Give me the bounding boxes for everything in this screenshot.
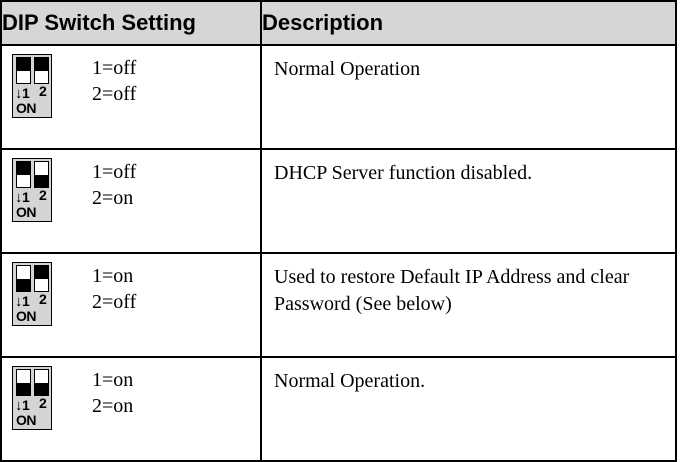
switch-2-state: 2=off — [92, 83, 137, 105]
setting-cell: ↓ 1 2 ON 1=on 2=on — [0, 356, 262, 462]
setting-wrap: ↓ 1 2 ON 1=on 2=off — [2, 254, 260, 356]
switch-1-knob — [17, 382, 30, 395]
switch-2-slot — [34, 265, 49, 292]
switch-number-2: 2 — [39, 395, 47, 411]
setting-cell: ↓ 1 2 ON 1=off 2=on — [0, 148, 262, 254]
description-cell: Used to restore Default IP Address and c… — [260, 252, 677, 358]
switch-1-knob — [17, 162, 30, 175]
switch-1-state: 1=on — [92, 369, 134, 391]
switch-1-slot — [16, 265, 31, 292]
switch-2-knob — [35, 174, 48, 187]
switch-2-slot — [34, 57, 49, 84]
switch-2-knob — [35, 58, 48, 71]
table-row: ↓ 1 2 ON 1=off 2=on DHCP Server function… — [0, 148, 677, 254]
switch-1-slot — [16, 369, 31, 396]
dip-switch-icon: ↓ 1 2 ON — [12, 366, 52, 430]
description-cell: DHCP Server function disabled. — [260, 148, 677, 254]
switch-states: 1=off 2=off — [92, 55, 136, 107]
switch-number-1: 1 — [22, 85, 30, 101]
switch-label: ↓ 1 2 ON — [13, 187, 51, 221]
switch-1-state: 1=off — [92, 57, 137, 79]
switch-number-2: 2 — [39, 187, 47, 203]
switch-states: 1=off 2=on — [92, 159, 136, 211]
switch-1-knob — [17, 58, 30, 71]
description-cell: Normal Operation. — [260, 356, 677, 462]
table-row: ↓ 1 2 ON 1=on 2=off Used to restore Defa… — [0, 252, 677, 358]
table-row: ↓ 1 2 ON 1=off 2=off Normal Operation — [0, 44, 677, 150]
description-cell: Normal Operation — [260, 44, 677, 150]
header-description: Description — [260, 0, 677, 46]
dip-switch-icon: ↓ 1 2 ON — [12, 54, 52, 118]
switch-number-1: 1 — [22, 397, 30, 413]
switch-2-state: 2=on — [92, 395, 134, 417]
dip-switch-icon: ↓ 1 2 ON — [12, 158, 52, 222]
setting-wrap: ↓ 1 2 ON 1=off 2=on — [2, 150, 260, 252]
setting-wrap: ↓ 1 2 ON 1=on 2=on — [2, 358, 260, 460]
switch-1-state: 1=off — [92, 161, 137, 183]
switch-states: 1=on 2=off — [92, 263, 136, 315]
switch-on-label: ON — [16, 204, 37, 220]
setting-cell: ↓ 1 2 ON 1=off 2=off — [0, 44, 262, 150]
switch-number-1: 1 — [22, 189, 30, 205]
switch-1-slot — [16, 161, 31, 188]
switch-on-label: ON — [16, 308, 37, 324]
switch-2-knob — [35, 382, 48, 395]
switch-label: ↓ 1 2 ON — [13, 395, 51, 429]
switch-1-state: 1=on — [92, 265, 134, 287]
switch-label: ↓ 1 2 ON — [13, 83, 51, 117]
table-row: ↓ 1 2 ON 1=on 2=on Normal Operation. — [0, 356, 677, 462]
switch-number-2: 2 — [39, 83, 47, 99]
table-header-row: DIP Switch Setting Description — [0, 0, 677, 46]
switch-2-slot — [34, 161, 49, 188]
switch-2-slot — [34, 369, 49, 396]
switch-number-2: 2 — [39, 291, 47, 307]
switch-states: 1=on 2=on — [92, 367, 133, 419]
switch-label: ↓ 1 2 ON — [13, 291, 51, 325]
switch-on-label: ON — [16, 100, 37, 116]
switch-2-state: 2=off — [92, 291, 137, 313]
switch-1-knob — [17, 278, 30, 291]
setting-cell: ↓ 1 2 ON 1=on 2=off — [0, 252, 262, 358]
switch-1-slot — [16, 57, 31, 84]
switch-2-state: 2=on — [92, 187, 134, 209]
switch-2-knob — [35, 266, 48, 279]
setting-wrap: ↓ 1 2 ON 1=off 2=off — [2, 46, 260, 148]
header-dip-switch-setting: DIP Switch Setting — [0, 0, 262, 46]
dip-switch-table: DIP Switch Setting Description ↓ 1 2 ON … — [0, 0, 677, 462]
dip-switch-icon: ↓ 1 2 ON — [12, 262, 52, 326]
switch-on-label: ON — [16, 412, 37, 428]
switch-number-1: 1 — [22, 293, 30, 309]
